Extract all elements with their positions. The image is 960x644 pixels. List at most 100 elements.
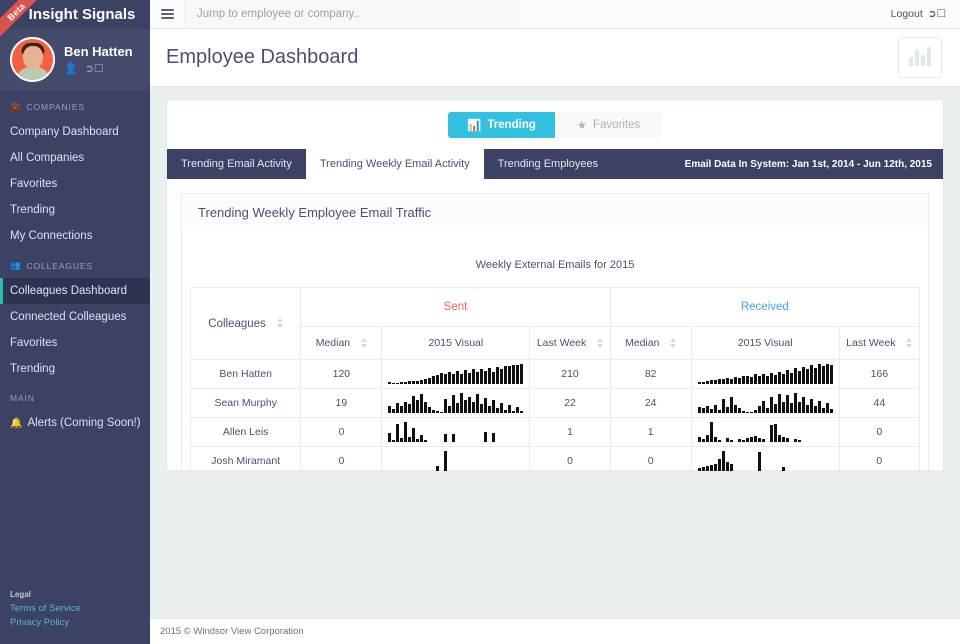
page-header: Employee Dashboard	[150, 29, 960, 87]
sidebar-section-main: MAIN	[10, 393, 35, 403]
sparkline-received	[690, 446, 840, 476]
star-icon: ★	[576, 120, 587, 132]
person-icon[interactable]: 👤	[64, 62, 78, 75]
tab-bar: Trending Email Activity Trending Weekly …	[167, 149, 943, 179]
row-name: Josh Miramant	[189, 446, 302, 476]
row-name: Sean Murphy	[189, 388, 302, 418]
sparkline-sent	[381, 359, 531, 389]
sidebar-item-companies-favorites[interactable]: Favorites	[0, 171, 150, 197]
col-header-received-last-week[interactable]: Last Week	[838, 326, 921, 360]
cell-sent-last-week: 22	[529, 388, 611, 418]
avatar	[10, 37, 55, 82]
sidebar-item-all-companies[interactable]: All Companies	[0, 145, 150, 171]
table-row[interactable]: Ben Hatten 120 210 82 166	[189, 359, 921, 389]
favorites-toggle-button[interactable]: ★ Favorites	[555, 112, 662, 138]
content-area: 📊 Trending ★ Favorites Trending Email Ac…	[150, 87, 960, 618]
table-row[interactable]: Sean Murphy 19 22 24 44	[189, 388, 921, 418]
cell-sent-last-week: 1	[529, 417, 611, 447]
sort-icon[interactable]	[669, 338, 676, 349]
email-data-range-label: Email Data In System: Jan 1st, 2014 - Ju…	[684, 158, 932, 170]
bell-icon: 🔔	[10, 418, 23, 429]
sidebar-item-company-dashboard[interactable]: Company Dashboard	[0, 119, 150, 145]
top-bar: Logout ➲☐	[150, 0, 960, 29]
table-row[interactable]: Josh Miramant 0 0 0 0	[189, 446, 921, 476]
cell-sent-last-week: 210	[529, 359, 611, 389]
cell-sent-median: 0	[300, 417, 383, 447]
tab-trending-employees[interactable]: Trending Employees	[484, 149, 612, 179]
cell-sent-median: 19	[300, 388, 383, 418]
sort-icon[interactable]	[596, 338, 603, 349]
hamburger-icon[interactable]	[150, 0, 185, 28]
people-icon: 👥	[10, 260, 22, 270]
email-traffic-table: Colleagues Sent Received Median 2015 Vis…	[189, 287, 921, 476]
sidebar-item-colleagues-favorites[interactable]: Favorites	[0, 330, 150, 356]
sidebar-item-alerts[interactable]: 🔔 Alerts (Coming Soon!)	[0, 410, 150, 437]
bar-chart-icon: 📊	[467, 120, 482, 132]
page-title: Employee Dashboard	[166, 46, 359, 68]
col-group-received: Received	[609, 287, 921, 327]
sparkline-received	[690, 417, 840, 447]
tab-trending-email-activity[interactable]: Trending Email Activity	[167, 149, 306, 179]
cell-received-last-week: 166	[838, 359, 921, 389]
view-toggle-group: 📊 Trending ★ Favorites	[167, 100, 943, 149]
col-header-colleagues[interactable]: Colleagues	[189, 287, 302, 360]
cell-sent-median: 0	[300, 446, 383, 476]
logout-icon[interactable]: ➲☐	[85, 62, 104, 75]
logout-label: Logout	[890, 8, 923, 20]
sidebar-item-connected-colleagues[interactable]: Connected Colleagues	[0, 304, 150, 330]
col-header-sent-last-week[interactable]: Last Week	[529, 326, 611, 360]
sparkline-received	[690, 359, 840, 389]
cell-received-last-week: 44	[838, 388, 921, 418]
briefcase-icon: 💼	[10, 101, 22, 111]
cell-received-median: 82	[609, 359, 692, 389]
table-body: Ben Hatten 120 210 82 166 Sean Murphy 19	[189, 359, 921, 476]
dashboard-card: 📊 Trending ★ Favorites Trending Email Ac…	[166, 99, 944, 487]
sort-icon[interactable]	[906, 338, 913, 349]
legal-links: Legal Terms of Service Privacy Policy	[10, 588, 81, 630]
user-profile[interactable]: Ben Hatten 👤 ➲☐	[0, 29, 150, 90]
sidebar: Beta Insight Signals Ben Hatten 👤 ➲☐ 💼 C…	[0, 0, 150, 644]
cell-received-median: 0	[609, 446, 692, 476]
footer: 2015 © Windsor View Corporation	[150, 618, 960, 644]
sidebar-item-companies-trending[interactable]: Trending	[0, 197, 150, 223]
tab-trending-weekly-email-activity[interactable]: Trending Weekly Email Activity	[305, 149, 484, 179]
sparkline-sent	[381, 388, 531, 418]
privacy-policy-link[interactable]: Privacy Policy	[10, 616, 81, 630]
sparkline-sent	[381, 417, 531, 447]
sidebar-section-companies: 💼 COMPANIES	[10, 101, 85, 112]
sidebar-item-my-connections[interactable]: My Connections	[0, 223, 150, 249]
table-group-header-row: Colleagues Sent Received	[189, 287, 921, 360]
cell-received-median: 1	[609, 417, 692, 447]
main-area: Logout ➲☐ Employee Dashboard 📊 Trending	[150, 0, 960, 644]
cell-sent-median: 120	[300, 359, 383, 389]
sidebar-nav: 💼 COMPANIES Company Dashboard All Compan…	[0, 90, 150, 437]
sidebar-item-colleagues-trending[interactable]: Trending	[0, 356, 150, 382]
logout-icon: ➲☐	[927, 8, 946, 20]
bar-chart-icon	[898, 37, 942, 78]
sparkline-received	[690, 388, 840, 418]
trending-toggle-button[interactable]: 📊 Trending	[448, 112, 555, 138]
cell-received-median: 24	[609, 388, 692, 418]
sparkline-sent	[381, 446, 531, 476]
col-header-received-visual: 2015 Visual	[690, 326, 840, 360]
sort-icon[interactable]	[360, 338, 367, 349]
search-container	[185, 0, 891, 28]
cell-sent-last-week: 0	[529, 446, 611, 476]
legal-title: Legal	[10, 590, 31, 599]
col-header-sent-median[interactable]: Median	[300, 326, 383, 360]
sort-icon[interactable]	[276, 318, 283, 329]
terms-of-service-link[interactable]: Terms of Service	[10, 602, 81, 616]
table-head: Colleagues Sent Received Median 2015 Vis…	[189, 287, 921, 360]
app-root: Beta Insight Signals Ben Hatten 👤 ➲☐ 💼 C…	[0, 0, 960, 644]
cell-received-last-week: 0	[838, 446, 921, 476]
col-header-received-median[interactable]: Median	[609, 326, 692, 360]
search-input[interactable]	[185, 0, 520, 28]
row-name: Allen Leis	[189, 417, 302, 447]
chart-caption: Weekly External Emails for 2015	[475, 259, 635, 271]
cell-received-last-week: 0	[838, 417, 921, 447]
logout-button[interactable]: Logout ➲☐	[891, 8, 960, 20]
sidebar-item-colleagues-dashboard[interactable]: Colleagues Dashboard	[0, 278, 150, 304]
table-row[interactable]: Allen Leis 0 1 1 0	[189, 417, 921, 447]
col-header-sent-visual: 2015 Visual	[381, 326, 531, 360]
user-name: Ben Hatten	[64, 44, 133, 59]
